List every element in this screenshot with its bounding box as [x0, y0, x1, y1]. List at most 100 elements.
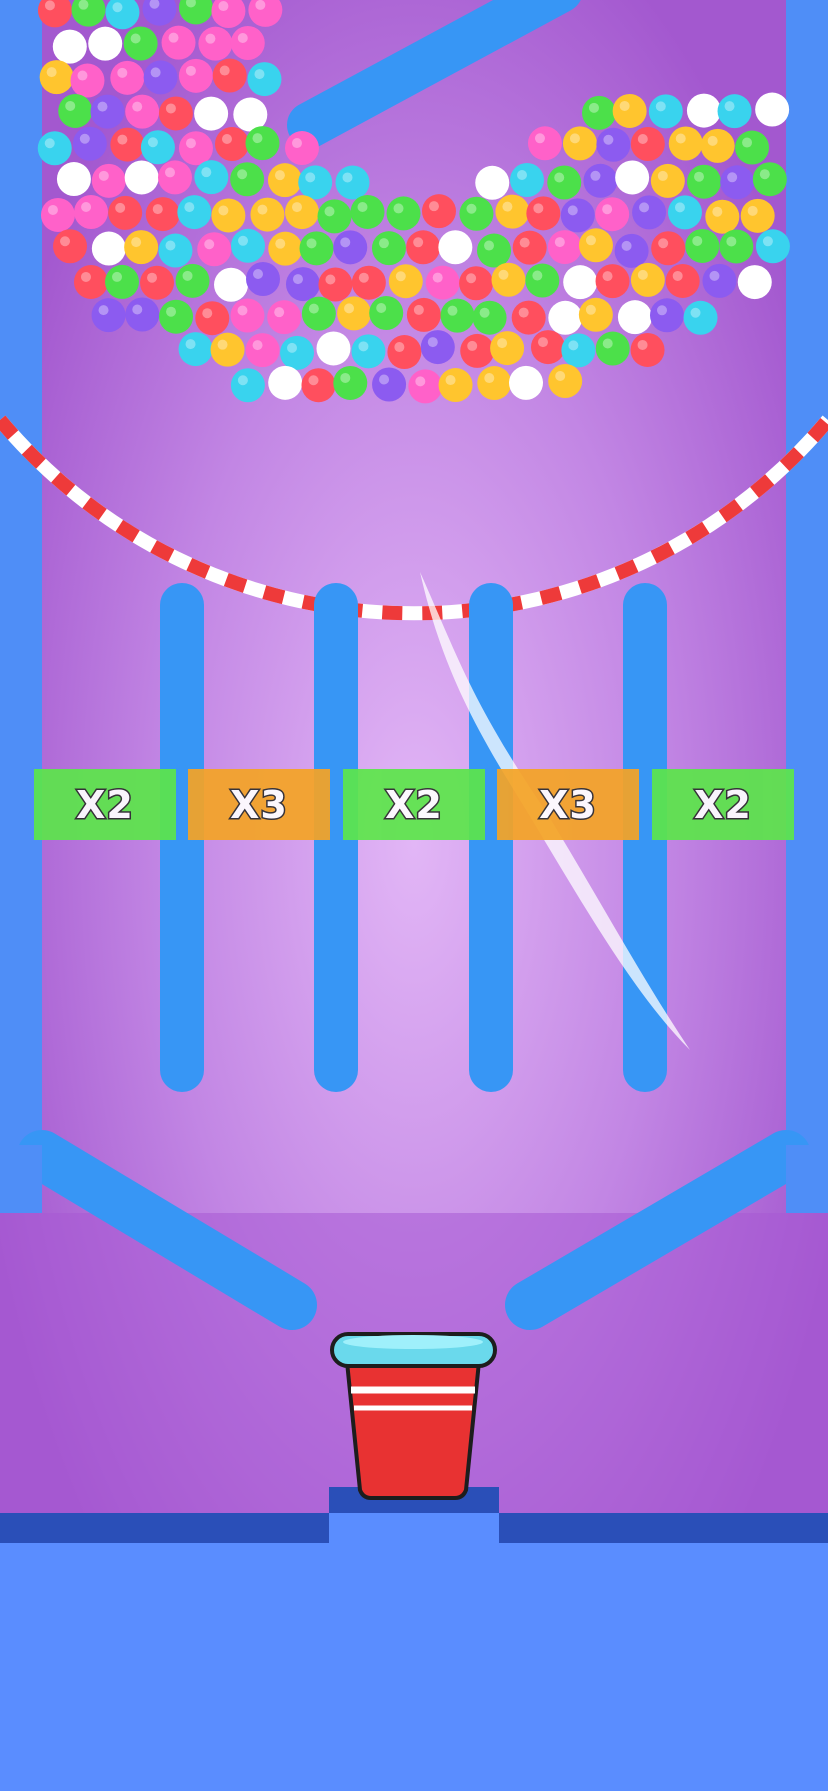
ball [386, 196, 421, 231]
ball [351, 265, 386, 300]
ball [548, 300, 583, 335]
ball [267, 163, 302, 198]
ball [73, 264, 108, 299]
ball [70, 63, 105, 98]
ball [665, 263, 700, 298]
ball-highlight [555, 307, 566, 318]
ball-highlight [567, 205, 578, 216]
ball [561, 333, 596, 368]
ball [268, 365, 303, 400]
ball [530, 330, 565, 365]
ball-highlight [709, 270, 720, 281]
ball [509, 162, 544, 197]
multiplier-label: X3 [538, 781, 598, 828]
ball [438, 230, 473, 265]
ball-highlight [275, 238, 286, 249]
ball-highlight [221, 274, 232, 285]
ball [140, 130, 175, 165]
ball [630, 126, 665, 161]
ball-highlight [292, 274, 303, 285]
ball [595, 264, 630, 299]
ball [335, 165, 370, 200]
ball [178, 131, 213, 166]
ball [318, 267, 353, 302]
ball [547, 165, 582, 200]
ball-highlight [65, 100, 76, 111]
ball-highlight [112, 271, 123, 282]
ball [214, 267, 249, 302]
ball [651, 231, 686, 266]
ball-highlight [201, 103, 212, 114]
ball-highlight [147, 272, 158, 283]
ball [648, 94, 683, 129]
ball [719, 229, 754, 264]
ball [525, 263, 560, 298]
ball-highlight [117, 134, 128, 145]
ball [157, 160, 192, 195]
ball-highlight [502, 201, 513, 212]
ball [88, 26, 123, 61]
ball-highlight [568, 340, 579, 351]
ball-highlight [692, 235, 703, 246]
ball [230, 162, 265, 197]
ball [39, 60, 74, 95]
ball-highlight [762, 236, 773, 247]
ball-highlight [637, 269, 648, 280]
ball-highlight [217, 339, 228, 350]
ball-highlight [98, 170, 109, 181]
ball [406, 230, 441, 265]
ball-highlight [675, 133, 686, 144]
ball [595, 331, 630, 366]
ball-highlight [588, 102, 599, 113]
ball-highlight [726, 236, 737, 247]
ball-highlight [427, 337, 438, 348]
ball-highlight [378, 238, 389, 249]
ball-highlight [694, 171, 705, 182]
ball [245, 333, 280, 368]
ball-highlight [712, 206, 723, 217]
multiplier-label: X2 [75, 781, 135, 828]
ball [333, 230, 368, 265]
ball-highlight [80, 271, 91, 282]
ball [595, 197, 630, 232]
ball [526, 196, 561, 231]
ball-highlight [306, 238, 317, 249]
ball [337, 296, 372, 331]
ball [578, 228, 613, 263]
ball [52, 29, 87, 64]
ball [91, 231, 126, 266]
ball [246, 262, 281, 297]
ball-highlight [221, 134, 232, 145]
ball-highlight [44, 0, 55, 11]
ball-highlight [324, 206, 335, 217]
ball-highlight [674, 202, 685, 213]
ball-highlight [254, 69, 265, 80]
ball-highlight [585, 235, 596, 246]
ball [650, 163, 685, 198]
ball [632, 195, 667, 230]
ball-highlight [637, 133, 648, 144]
ball-highlight [590, 170, 601, 181]
ball-highlight [253, 269, 264, 280]
ball [210, 332, 245, 367]
ball-highlight [257, 204, 268, 215]
ball-highlight [147, 137, 158, 148]
ball-highlight [218, 205, 229, 216]
ball [491, 262, 526, 297]
ball-highlight [238, 235, 249, 246]
ball-highlight [379, 374, 390, 385]
ball-highlight [358, 272, 369, 283]
ball-highlight [46, 67, 57, 78]
ball-highlight [466, 273, 477, 284]
ball [198, 26, 233, 61]
ball [421, 194, 456, 229]
ball [630, 262, 665, 297]
ball-highlight [152, 204, 163, 215]
ball-highlight [237, 32, 248, 43]
ball [250, 197, 285, 232]
ball-highlight [602, 271, 613, 282]
ball-highlight [619, 100, 630, 111]
ball-highlight [742, 137, 753, 148]
ball-highlight [204, 239, 215, 250]
ball-highlight [164, 167, 175, 178]
